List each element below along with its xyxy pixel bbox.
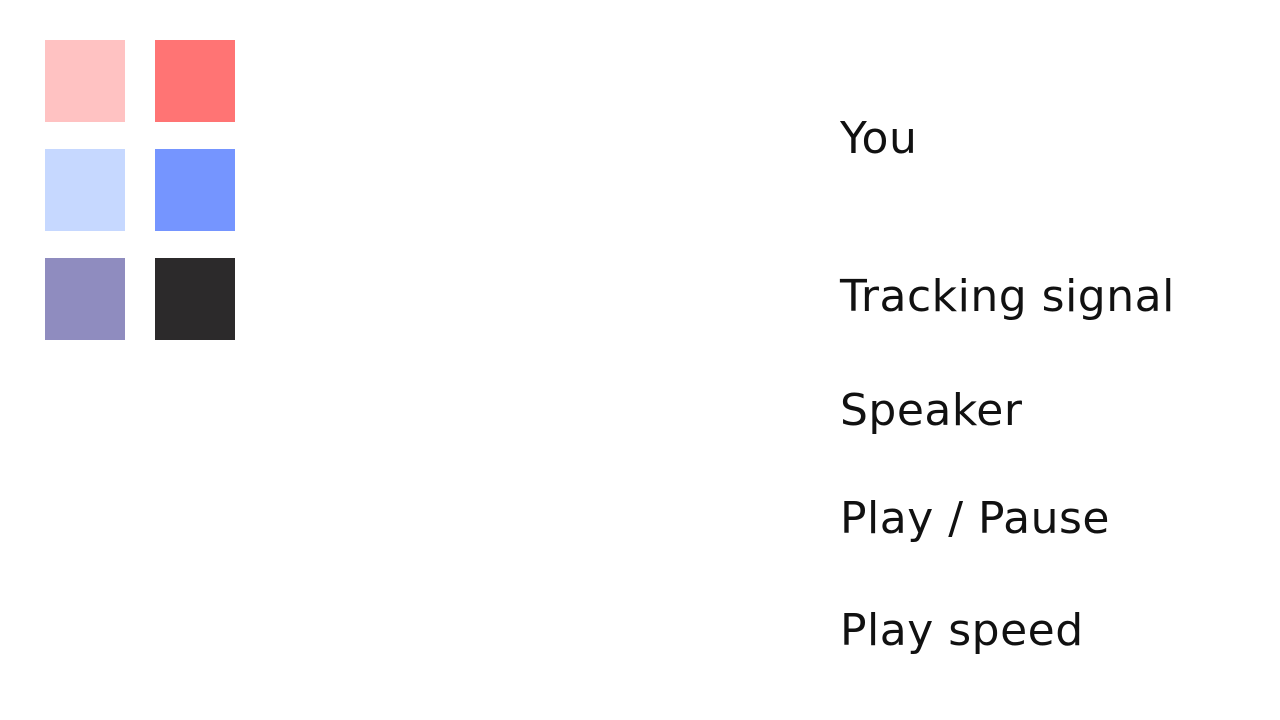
label-play-speed: Play speed — [840, 605, 1084, 656]
color-swatch-purple-gray — [45, 258, 125, 340]
label-play-pause: Play / Pause — [840, 493, 1110, 544]
color-swatch-red — [155, 40, 235, 122]
label-tracking-signal: Tracking signal — [840, 271, 1175, 322]
color-swatch-dark-charcoal — [155, 258, 235, 340]
color-swatch-blue — [155, 149, 235, 231]
color-swatch-light-blue — [45, 149, 125, 231]
label-speaker: Speaker — [840, 385, 1023, 436]
color-swatch-light-red — [45, 40, 125, 122]
label-you: You — [840, 113, 918, 164]
